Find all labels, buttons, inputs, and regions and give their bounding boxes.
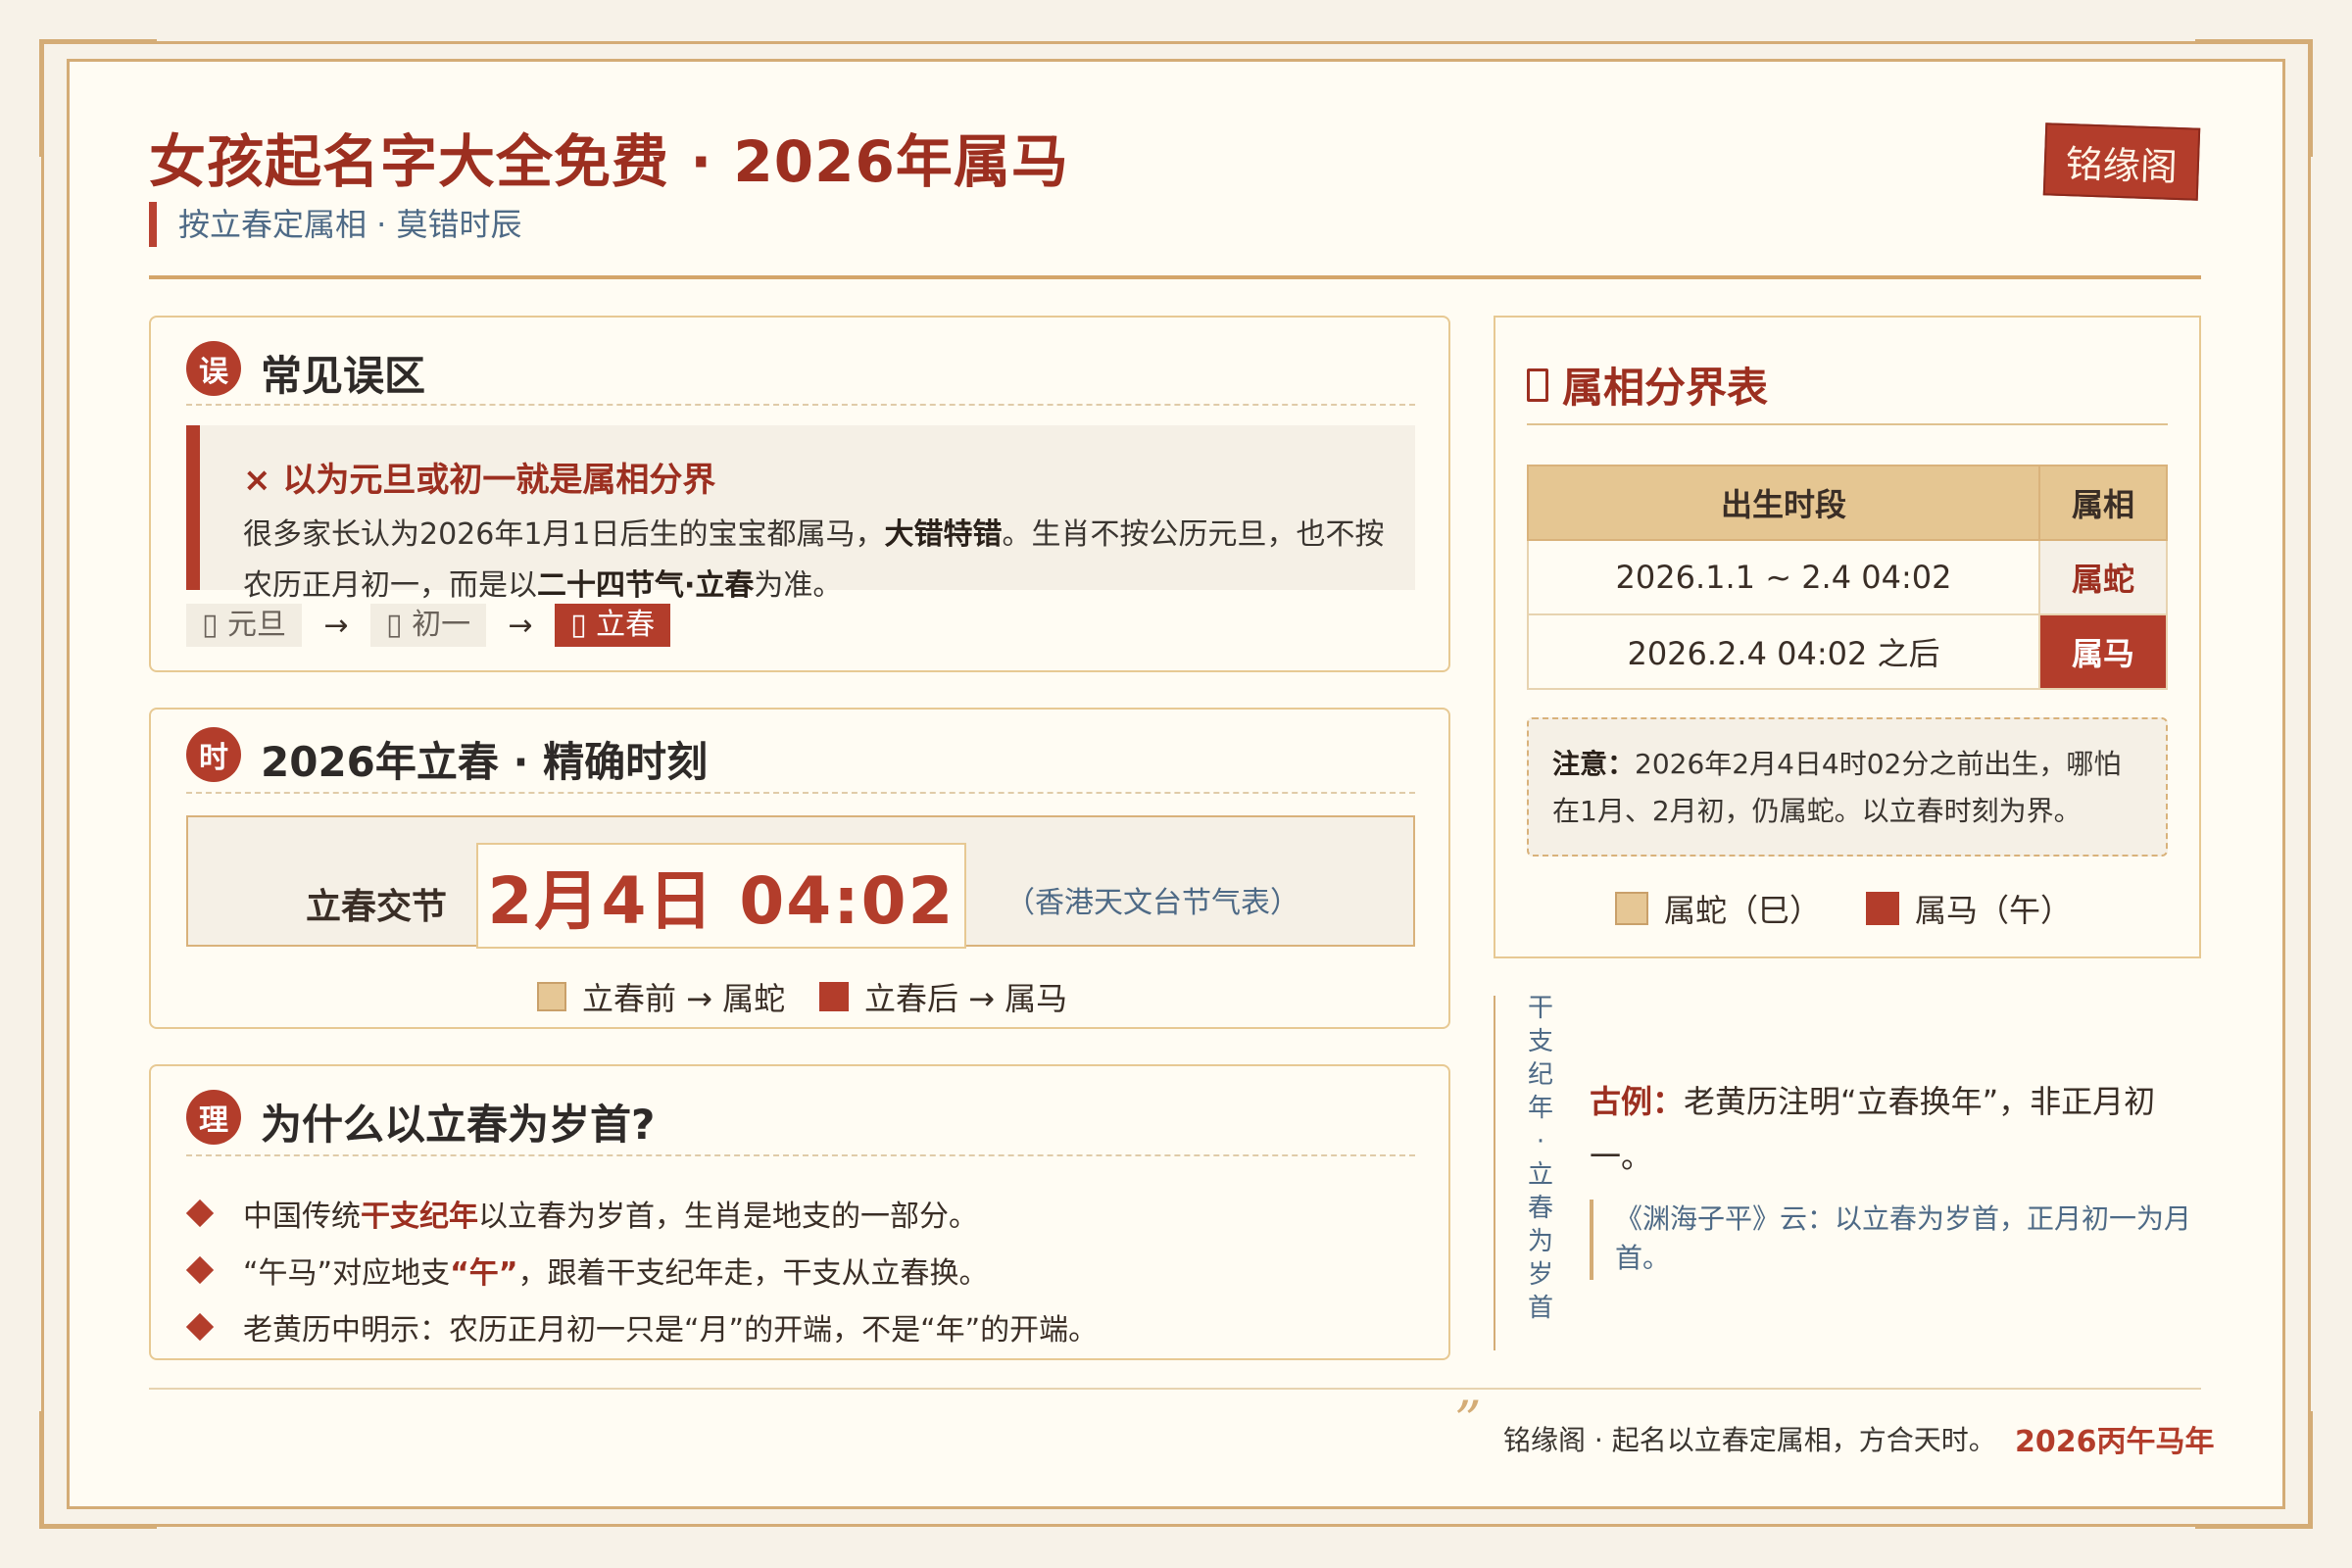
error-text-bold: 二十四节气·立春 — [537, 568, 755, 603]
footer-year: 2026丙午马年 — [2015, 1425, 2215, 1459]
horse-swatch-icon — [819, 982, 849, 1011]
legend-label: 立春后 → 属马 — [864, 980, 1068, 1017]
snake-swatch-icon — [537, 982, 566, 1011]
boundary-table-panel: 属相分界表 出生时段 属相 2026.1.1 ~ 2.4 04:02 属蛇 20… — [1494, 316, 2201, 958]
legend-after: 立春后 → 属马 — [819, 974, 1067, 1019]
legend-label: 属蛇（巳） — [1664, 892, 1822, 929]
chip-new-year: ▯ 元旦 — [186, 604, 303, 647]
boundary-table-title-text: 属相分界表 — [1562, 364, 1769, 412]
classic-quote: 《渊海子平》云：以立春为岁首，正月初一为月首。 — [1590, 1200, 2197, 1280]
error-text-bold: 大错特错 — [884, 517, 1003, 552]
footer-text: 铭缘阁 · 起名以立春定属相，方合天时。 — [1503, 1424, 1996, 1456]
arrow-icon: → — [508, 608, 533, 643]
note-text: 2026年2月4日4时02分之前出生，哪怕在1月、2月初，仍属蛇。以立春时刻为界… — [1552, 748, 2122, 827]
reason-text: 中国传统 — [243, 1200, 361, 1234]
lichun-badge: 时 — [186, 727, 241, 782]
error-text-part: 很多家长认为2026年1月1日后生的宝宝都属马， — [243, 517, 885, 552]
page-subtitle: 按立春定属相 · 莫错时辰 — [149, 202, 522, 247]
misconception-badge: 误 — [186, 341, 241, 396]
footer-divider — [149, 1388, 2201, 1390]
legend-before: 立春前 → 属蛇 — [537, 974, 785, 1019]
header-divider — [149, 275, 2201, 279]
snake-swatch-icon — [1615, 892, 1648, 925]
misconception-title: 常见误区 — [261, 352, 426, 400]
boundary-table-title: 属相分界表 — [1527, 355, 1768, 415]
reason-item: 老黄历中明示：农历正月初一只是“月”的开端，不是“年”的开端。 — [185, 1305, 1099, 1348]
reason-text: “午马”对应地支 — [243, 1256, 451, 1291]
error-title: × 以为元旦或初一就是属相分界 — [243, 461, 716, 500]
reason-emphasis: “午” — [450, 1256, 518, 1291]
panel-divider — [1527, 423, 2168, 425]
legend-snake: 属蛇（巳） — [1615, 886, 1821, 931]
book-icon — [1527, 368, 1548, 402]
zodiac-cell: 属蛇 — [2038, 539, 2168, 615]
brand-seal: 铭缘阁 — [2042, 122, 2201, 201]
legend-label: 属马（午） — [1915, 892, 2073, 929]
table-header: 属相 — [2038, 465, 2168, 541]
lichun-source: （香港天文台节气表） — [1005, 886, 1299, 920]
reason-text: 以立春为岁首，生肖是地支的一部分。 — [478, 1200, 978, 1234]
error-callout: × 以为元旦或初一就是属相分界 很多家长认为2026年1月1日后生的宝宝都属马，… — [186, 425, 1415, 603]
reason-item: “午马”对应地支 “午” ，跟着干支纪年走，干支从立春换。 — [185, 1249, 989, 1292]
table-row: 2026.2.4 04:02 之后 属马 — [1527, 613, 2168, 690]
reason-item: 中国传统 干支纪年 以立春为岁首，生肖是地支的一部分。 — [185, 1192, 978, 1235]
reason-emphasis: 干支纪年 — [361, 1200, 478, 1234]
reason-title: 为什么以立春为岁首? — [261, 1101, 656, 1149]
reason-text: 老黄历中明示：农历正月初一只是“月”的开端，不是“年”的开端。 — [243, 1313, 1099, 1348]
table-header: 出生时段 — [1527, 465, 2040, 541]
error-text: 很多家长认为2026年1月1日后生的宝宝都属马，大错特错。生肖不按公历元旦，也不… — [243, 510, 1409, 612]
lichun-label: 立春交节 — [306, 887, 448, 927]
reason-badge: 理 — [186, 1090, 241, 1145]
card-divider — [186, 404, 1415, 406]
boundary-chips: ▯ 元旦 → ▯ 初一 → ▯ 立春 — [186, 604, 671, 647]
note-label: 注意： — [1552, 748, 1636, 780]
lichun-card: 时 2026年立春 · 精确时刻 立春交节 2月4日 04:02 （香港天文台节… — [149, 708, 1450, 1029]
table-header-row: 出生时段 属相 — [1527, 465, 2168, 541]
zodiac-cell: 属马 — [2038, 613, 2168, 690]
lichun-time: 2月4日 04:02 — [476, 843, 966, 949]
page-title: 女孩起名字大全免费 · 2026年属马 — [149, 128, 1069, 195]
period-cell: 2026.2.4 04:02 之后 — [1527, 613, 2040, 690]
boundary-note: 注意：2026年2月4日4时02分之前出生，哪怕在1月、2月初，仍属蛇。以立春时… — [1527, 717, 2168, 857]
error-text-part: 为准。 — [754, 568, 843, 603]
quote-mark-icon: ” — [1454, 1390, 1482, 1451]
legend-horse: 属马（午） — [1866, 886, 2072, 931]
arrow-icon: → — [323, 608, 349, 643]
chip-lichun: ▯ 立春 — [555, 604, 671, 647]
misconception-card: 误 常见误区 × 以为元旦或初一就是属相分界 很多家长认为2026年1月1日后生… — [149, 316, 1450, 672]
card-divider — [186, 792, 1415, 794]
example-label: 古例： — [1590, 1083, 1685, 1120]
lichun-title: 2026年立春 · 精确时刻 — [261, 738, 709, 786]
chip-lunar-first: ▯ 初一 — [370, 604, 487, 647]
diamond-bullet-icon — [185, 1199, 215, 1228]
diamond-bullet-icon — [185, 1255, 215, 1285]
table-row: 2026.1.1 ~ 2.4 04:02 属蛇 — [1527, 539, 2168, 615]
vertical-caption: 干支纪年·立春为岁首 — [1527, 994, 1553, 1323]
card-divider — [186, 1154, 1415, 1156]
horse-swatch-icon — [1866, 892, 1899, 925]
lichun-time-box: 立春交节 2月4日 04:02 （香港天文台节气表） — [186, 815, 1415, 949]
legend-label: 立春前 → 属蛇 — [582, 980, 786, 1017]
boundary-table: 出生时段 属相 2026.1.1 ~ 2.4 04:02 属蛇 2026.2.4… — [1527, 465, 2168, 690]
reason-card: 理 为什么以立春为岁首? 中国传统 干支纪年 以立春为岁首，生肖是地支的一部分。 “… — [149, 1064, 1450, 1360]
side-divider — [1494, 996, 1495, 1350]
period-cell: 2026.1.1 ~ 2.4 04:02 — [1527, 539, 2040, 615]
example-text: 古例：老黄历注明“立春换年”，非正月初一。 — [1590, 1074, 2197, 1184]
diamond-bullet-icon — [185, 1312, 215, 1342]
reason-text: ，跟着干支纪年走，干支从立春换。 — [517, 1256, 989, 1291]
